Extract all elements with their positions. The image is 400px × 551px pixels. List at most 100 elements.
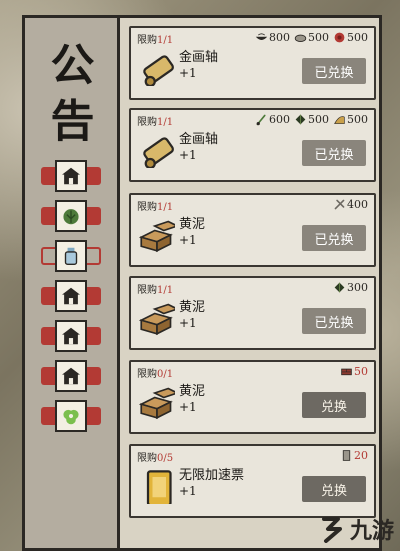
purchase-limit-count: 1/1 <box>157 202 174 213</box>
house-icon <box>62 327 80 345</box>
cost-value: 500 <box>308 31 329 44</box>
tab-icon-box <box>55 160 87 192</box>
cost-entry: 800 <box>255 31 290 44</box>
hay-icon <box>334 116 345 124</box>
tab-icon-box <box>55 400 87 432</box>
item-icon-slot <box>138 384 180 420</box>
cost-value: 50 <box>354 365 368 378</box>
purchase-limit: 限购1/1 <box>137 281 173 296</box>
cost-entry: 50 <box>340 365 368 378</box>
exchange-item-card: 限购1/1 600 500 500 金画轴 +1 已兑换 <box>129 108 376 182</box>
item-name: 黄泥 <box>179 217 206 232</box>
purchase-limit-count: 1/1 <box>157 117 174 128</box>
scroll-icon <box>143 55 174 88</box>
watermark: 九游 <box>318 513 394 545</box>
cost-value: 20 <box>354 449 368 462</box>
board-title-char-1: 公 <box>50 40 95 91</box>
exchange-item-card: 限购0/5 20 无限加速票 +1 兑换 <box>129 444 376 518</box>
purchase-limit: 限购0/1 <box>137 365 173 380</box>
board-title: 公 告 <box>45 38 100 150</box>
cost-value: 500 <box>347 31 368 44</box>
cost-entry: 500 <box>333 31 368 44</box>
category-tab-1[interactable] <box>41 160 101 192</box>
tab-icon-box <box>55 360 87 392</box>
tab-icon-box <box>55 320 87 352</box>
redeem-button[interactable]: 兑换 <box>302 476 366 502</box>
tool-icon <box>334 199 345 210</box>
purchase-limit-count: 0/5 <box>157 453 174 464</box>
cost-value: 800 <box>269 31 290 44</box>
notice-board-panel: 公 告 限购1/1 800 500 500 金画轴 +1 已兑换 限购1/1 600 500 500… <box>22 15 382 551</box>
item-icon-slot <box>138 300 180 336</box>
exchange-item-card: 限购1/1 800 500 500 金画轴 +1 已兑换 <box>129 26 376 100</box>
cost-value: 300 <box>347 281 368 294</box>
purchase-limit: 限购1/1 <box>137 31 173 46</box>
cost-entry: 500 <box>294 113 329 126</box>
bottle-icon <box>64 247 78 265</box>
purchase-limit-label: 限购 <box>137 202 157 213</box>
purchase-limit-label: 限购 <box>137 285 157 296</box>
board-title-char-2: 告 <box>50 96 95 147</box>
purchase-limit: 限购0/5 <box>137 449 173 464</box>
cost-entry: 600 <box>255 113 290 126</box>
item-quantity: +1 <box>179 233 197 247</box>
cost-list: 50 <box>340 365 368 378</box>
flower-icon <box>63 409 79 425</box>
purchase-limit: 限购1/1 <box>137 113 173 128</box>
redeemed-button[interactable]: 已兑换 <box>302 225 366 251</box>
item-icon-slot <box>138 217 180 253</box>
mud-bricks-icon <box>138 220 180 253</box>
cost-value: 600 <box>269 113 290 126</box>
bush-icon <box>63 209 79 225</box>
mud-bricks-icon <box>138 387 180 420</box>
house-icon <box>62 287 80 305</box>
ticket-small-icon <box>342 450 351 461</box>
cost-list: 400 <box>333 198 368 211</box>
cost-entry: 300 <box>333 281 368 294</box>
scroll-icon <box>143 137 174 170</box>
category-tab-6[interactable] <box>41 360 101 392</box>
leaf-icon <box>295 114 306 125</box>
mud-bricks-icon <box>138 303 180 336</box>
house-icon <box>62 367 80 385</box>
tab-icon-box <box>55 280 87 312</box>
item-name: 金画轴 <box>179 50 219 65</box>
cost-value: 400 <box>347 198 368 211</box>
tab-icon-box <box>55 200 87 232</box>
jiuyou-logo-icon <box>321 517 342 543</box>
purchase-limit-count: 0/1 <box>157 369 174 380</box>
redeemed-button[interactable]: 已兑换 <box>302 58 366 84</box>
cost-entry: 500 <box>294 31 329 44</box>
leaf-icon <box>334 282 345 293</box>
category-tab-5[interactable] <box>41 320 101 352</box>
tab-icon-box <box>55 240 87 272</box>
cost-list: 800 500 500 <box>255 31 368 44</box>
purchase-limit-label: 限购 <box>137 35 157 46</box>
exchange-list[interactable]: 限购1/1 800 500 500 金画轴 +1 已兑换 限购1/1 600 500 500 金画轴 +… <box>129 18 379 548</box>
notice-sidebar: 公 告 <box>25 18 120 548</box>
purchase-limit: 限购1/1 <box>137 198 173 213</box>
item-name: 无限加速票 <box>179 468 245 483</box>
cost-list: 300 <box>333 281 368 294</box>
item-quantity: +1 <box>179 316 197 330</box>
item-name: 黄泥 <box>179 384 206 399</box>
exchange-item-card: 限购0/1 50 黄泥 +1 兑换 <box>129 360 376 434</box>
redeemed-button[interactable]: 已兑换 <box>302 308 366 334</box>
watermark-text: 九游 <box>349 518 394 544</box>
cost-entry: 500 <box>333 113 368 126</box>
purchase-limit-label: 限购 <box>137 453 157 464</box>
stone-icon <box>294 34 307 42</box>
house-icon <box>62 167 80 185</box>
category-tab-3[interactable] <box>41 240 101 272</box>
item-icon-slot <box>139 50 175 88</box>
redeemed-button[interactable]: 已兑换 <box>302 140 366 166</box>
item-icon-slot <box>139 468 175 507</box>
redeem-button[interactable]: 兑换 <box>302 392 366 418</box>
item-quantity: +1 <box>179 66 197 80</box>
category-tab-2[interactable] <box>41 200 101 232</box>
bowl-icon <box>255 33 268 40</box>
brick-icon <box>341 368 352 376</box>
exchange-item-card: 限购1/1 300 黄泥 +1 已兑换 <box>129 276 376 350</box>
category-tab-7[interactable] <box>41 400 101 432</box>
category-tab-4[interactable] <box>41 280 101 312</box>
